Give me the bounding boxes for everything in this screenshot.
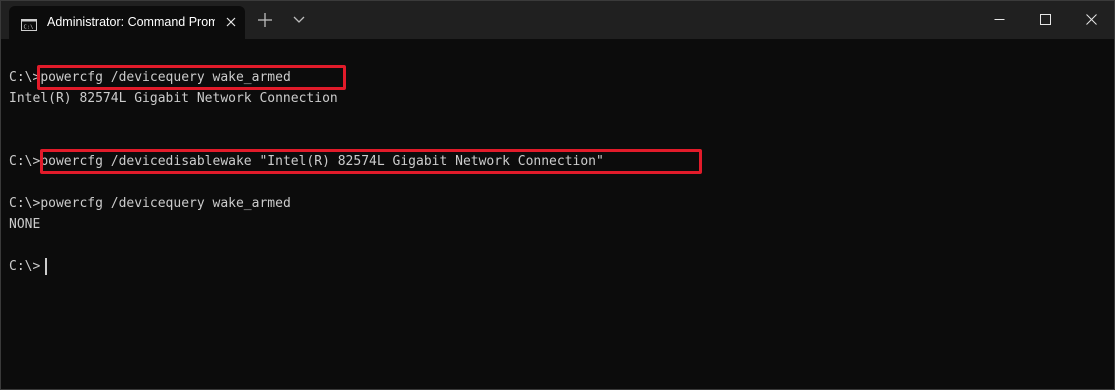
text-cursor [45,258,47,275]
terminal-line: C:\>powercfg /devicequery wake_armed [9,195,291,213]
minimize-button[interactable] [976,1,1022,39]
title-bar: C:\ Administrator: Command Prompt [1,1,1114,39]
command: powercfg /devicequery wake_armed [40,196,291,211]
cmd-icon: C:\ [21,16,37,31]
terminal-window: C:\ Administrator: Command Prompt C:\>po… [0,0,1115,390]
close-window-button[interactable] [1068,1,1114,39]
new-tab-plus-icon[interactable] [255,10,275,30]
prompt: C:\> [9,70,41,85]
terminal-line: C:\>powercfg /devicequery wake_armed [9,69,291,87]
close-tab-icon[interactable] [223,14,239,30]
prompt: C:\> [9,196,41,211]
terminal-output[interactable]: C:\>powercfg /devicequery wake_armed Int… [1,39,1114,389]
close-icon [1086,14,1097,25]
chevron-down-icon[interactable] [291,12,307,28]
terminal-line: C:\> [9,258,40,276]
svg-text:C:\: C:\ [24,25,34,31]
terminal-line: Intel(R) 82574L Gigabit Network Connecti… [9,90,338,108]
tab-command-prompt[interactable]: C:\ Administrator: Command Prompt [9,6,245,39]
prompt: C:\> [9,259,41,274]
command: powercfg /devicequery wake_armed [40,70,291,85]
maximize-button[interactable] [1022,1,1068,39]
terminal-line: C:\>powercfg /devicedisablewake "Intel(R… [9,153,604,171]
maximize-icon [1040,14,1051,25]
minimize-icon [994,19,1005,20]
command: powercfg /devicedisablewake "Intel(R) 82… [40,154,604,169]
tab-title: Administrator: Command Prompt [47,15,215,29]
terminal-line: NONE [9,216,40,234]
output: Intel(R) 82574L Gigabit Network Connecti… [9,91,338,106]
output: NONE [9,217,41,232]
prompt: C:\> [9,154,41,169]
